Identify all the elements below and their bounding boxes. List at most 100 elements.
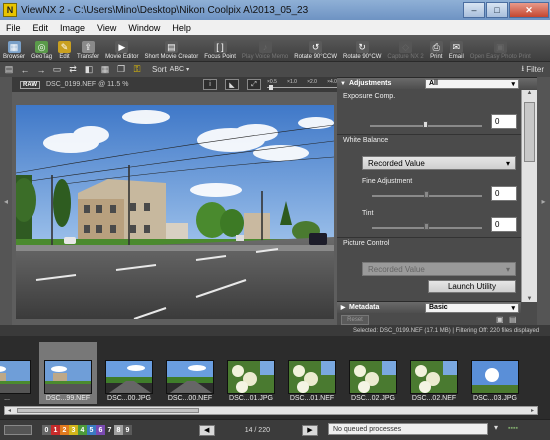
filmstrip-thumbnail[interactable]: DSC...03.JPG xyxy=(466,342,524,404)
sort-select[interactable]: ABC xyxy=(170,66,184,73)
scrollbar-thumb[interactable] xyxy=(524,102,535,162)
maximize-button[interactable]: □ xyxy=(486,2,508,18)
left-panel-toggle[interactable]: ◂ xyxy=(0,77,12,325)
adjustments-scrollbar[interactable]: ▲ ▼ xyxy=(521,90,537,302)
adjustments-header[interactable]: ▼ Adjustments All ▾ xyxy=(337,77,537,89)
sort-chevron-icon[interactable]: ▾ xyxy=(186,66,189,73)
forward-arrow-icon[interactable]: → xyxy=(34,64,48,76)
filmstrip-thumbnail[interactable]: DSC...00.NEF xyxy=(161,342,219,404)
filmstrip-thumbnail[interactable]: DSC...02.JPG xyxy=(344,342,402,404)
expand-triangle-icon[interactable]: ▶ xyxy=(337,304,349,311)
fine-adjustment-label: Fine Adjustment xyxy=(362,178,413,185)
launch-utility-button[interactable]: Launch Utility xyxy=(428,280,516,293)
metadata-header[interactable]: ▶ Metadata Basic ▾ xyxy=(337,301,521,313)
toolbar-label: Short Movie Creator xyxy=(144,54,199,60)
protect-icon[interactable]: ⚿ xyxy=(130,64,144,76)
folder-icon[interactable]: ▭ xyxy=(50,64,64,76)
right-panel-toggle[interactable]: ▸ xyxy=(537,77,550,325)
scroll-right-icon[interactable]: ▸ xyxy=(528,407,537,414)
label-8[interactable]: 8 xyxy=(114,425,123,435)
filmstrip-thumbnail[interactable]: DSC...01.JPG xyxy=(222,342,280,404)
collapse-triangle-icon[interactable]: ▼ xyxy=(337,81,349,87)
chevron-left-icon: ◂ xyxy=(3,196,8,206)
lock-icon[interactable]: ▤ xyxy=(509,315,519,325)
picture-control-dropdown[interactable]: Recorded Value ▾ xyxy=(362,262,516,276)
next-button[interactable]: ▶ xyxy=(302,424,318,436)
fit-view-button[interactable]: ⤢ xyxy=(247,79,261,90)
filter-icon[interactable]: ⭳ xyxy=(521,63,524,77)
toolbar-easy-print-button[interactable]: ▣ Open Easy Photo Print xyxy=(467,41,534,60)
sync-icon[interactable]: ⇄ xyxy=(66,64,80,76)
filter-button[interactable]: Filter xyxy=(526,65,544,74)
filmstrip-scroll-thumb[interactable] xyxy=(17,408,199,413)
main-photo[interactable] xyxy=(16,105,334,319)
label-5[interactable]: 5 xyxy=(87,425,96,435)
menu-view[interactable]: View xyxy=(91,23,122,33)
view-mode-icon[interactable]: ▤ xyxy=(2,64,16,76)
tint-slider-thumb[interactable] xyxy=(424,223,429,230)
toolbar-movie-editor-button[interactable]: ▶ Movie Editor xyxy=(102,41,141,60)
menu-image[interactable]: Image xyxy=(54,23,91,33)
thumbnail-image xyxy=(349,360,397,394)
filmstrip-thumbnail[interactable]: DSC...99.NEF xyxy=(39,342,97,404)
menu-file[interactable]: File xyxy=(0,23,27,33)
toolbar-transfer-button[interactable]: ⇪ Transfer xyxy=(74,41,102,60)
launch-utility-label: Launch Utility xyxy=(447,282,497,291)
fine-adjustment-thumb[interactable] xyxy=(424,191,429,198)
zoom-slider-thumb[interactable] xyxy=(269,85,273,90)
filmstrip-thumbnail[interactable]: ... xyxy=(0,342,36,404)
close-button[interactable]: ✕ xyxy=(509,2,549,18)
scroll-up-icon[interactable]: ▲ xyxy=(522,90,537,96)
filmstrip-scrollbar[interactable]: ◂ ▸ xyxy=(4,406,538,415)
exposure-value-field[interactable]: 0 xyxy=(491,114,517,129)
label-2[interactable]: 2 xyxy=(60,425,69,435)
queue-menu-icon[interactable]: ▾ xyxy=(494,423,504,435)
label-7[interactable]: 7 xyxy=(105,425,114,435)
scroll-left-icon[interactable]: ◂ xyxy=(5,407,14,414)
toolbar-focus-point-button[interactable]: [ ] Focus Point xyxy=(201,41,239,60)
toolbar-short-movie-button[interactable]: ▤ Short Movie Creator xyxy=(142,41,202,60)
previous-button[interactable]: ◀ xyxy=(198,424,215,436)
toolbar-geotag-button[interactable]: ◎ GeoTag xyxy=(28,41,55,60)
copy-icon[interactable]: ❐ xyxy=(114,64,128,76)
adjustments-filter-select[interactable]: All ▾ xyxy=(425,78,519,89)
metadata-select[interactable]: Basic ▾ xyxy=(425,302,519,313)
menu-window[interactable]: Window xyxy=(122,23,166,33)
white-balance-dropdown[interactable]: Recorded Value ▾ xyxy=(362,156,516,170)
toolbar-print-button[interactable]: ⎙ Print xyxy=(427,41,446,60)
label-4[interactable]: 4 xyxy=(78,425,87,435)
toolbar-capture-nx-button[interactable]: ◇ Capture NX 2 xyxy=(384,41,426,60)
label-icon[interactable]: ◧ xyxy=(82,64,96,76)
toolbar-edit-button[interactable]: ✎ Edit xyxy=(55,41,74,60)
filmstrip-thumbnail[interactable]: DSC...01.NEF xyxy=(283,342,341,404)
minimize-button[interactable]: – xyxy=(463,2,485,18)
menu-edit[interactable]: Edit xyxy=(27,23,55,33)
toolbar-email-button[interactable]: ✉ Email xyxy=(446,41,467,60)
label-1[interactable]: 1 xyxy=(51,425,60,435)
histogram-button[interactable]: ◣ xyxy=(225,79,239,90)
exposure-slider-thumb[interactable] xyxy=(423,121,428,128)
scroll-down-icon[interactable]: ▼ xyxy=(522,296,537,302)
menu-help[interactable]: Help xyxy=(166,23,197,33)
filmstrip-thumbnail[interactable]: DSC...02.NEF xyxy=(405,342,463,404)
label-0[interactable]: 0 xyxy=(42,425,51,435)
fine-adjustment-value-field[interactable]: 0 xyxy=(491,186,517,201)
toolbar-browser-button[interactable]: ▦ Browser xyxy=(0,41,28,60)
reset-button[interactable]: Reset xyxy=(341,315,369,325)
grid-icon[interactable]: ▦ xyxy=(98,64,112,76)
toolbar-rotate-cw-button[interactable]: ↻ Rotate 90°CW xyxy=(340,41,384,60)
back-arrow-icon[interactable]: ← xyxy=(18,64,32,76)
toolbar-voice-memo-button[interactable]: ♪ Play Voice Memo xyxy=(239,41,291,60)
info-button[interactable]: i xyxy=(203,79,217,90)
label-6[interactable]: 6 xyxy=(96,425,105,435)
file-info: DSC_0199.NEF @ 11.5 % xyxy=(46,81,129,88)
save-icon[interactable]: ▣ xyxy=(496,315,506,325)
status-text: Selected: DSC_0199.NEF (17.1 MB) | Filte… xyxy=(353,327,540,334)
label-9[interactable]: 9 xyxy=(123,425,132,435)
zoom-control[interactable]: ×0.5 ×1.0 ×2.0 ×4.0 xyxy=(267,79,337,90)
thumbnail-size-icon[interactable] xyxy=(4,425,32,435)
toolbar-rotate-ccw-button[interactable]: ↺ Rotate 90°CCW xyxy=(291,41,340,60)
filmstrip-thumbnail[interactable]: DSC...00.JPG xyxy=(100,342,158,404)
label-3[interactable]: 3 xyxy=(69,425,78,435)
tint-value-field[interactable]: 0 xyxy=(491,217,517,232)
